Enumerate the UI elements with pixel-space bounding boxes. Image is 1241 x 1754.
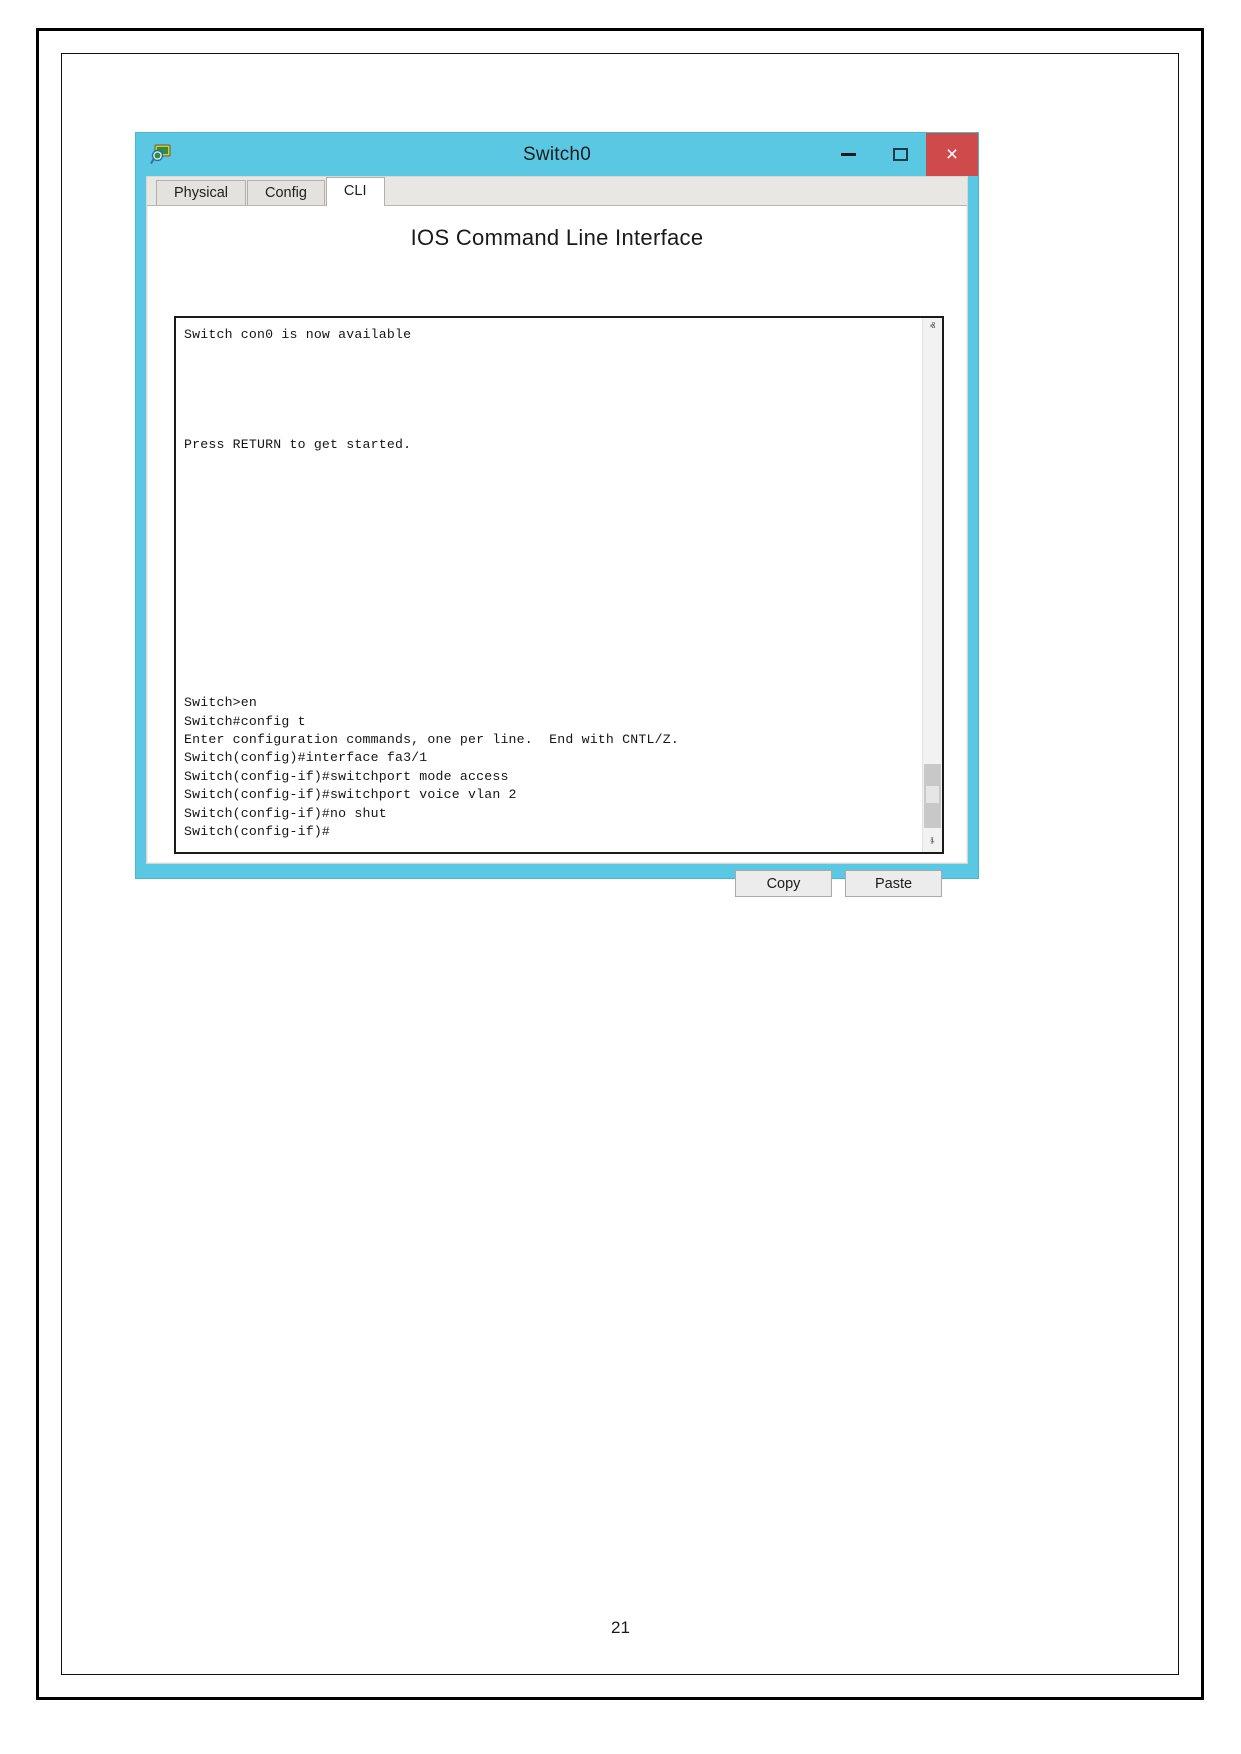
terminal-container: Switch con0 is now available Press RETUR… xyxy=(174,316,944,854)
window-titlebar[interactable]: Switch0 × xyxy=(136,133,978,176)
maximize-icon xyxy=(892,148,908,161)
tab-config[interactable]: Config xyxy=(247,180,325,205)
terminal-scrollbar[interactable]: ⱏ ⱛ xyxy=(922,318,942,852)
close-button[interactable]: × xyxy=(926,133,978,176)
tab-physical[interactable]: Physical xyxy=(156,180,246,205)
cli-pane: IOS Command Line Interface Switch con0 i… xyxy=(148,206,966,897)
window-body: Physical Config CLI IOS Command Line Int… xyxy=(146,176,968,897)
tab-cli[interactable]: CLI xyxy=(325,177,385,206)
tabstrip: Physical Config CLI xyxy=(147,177,967,206)
maximize-button[interactable] xyxy=(874,133,926,176)
packet-tracer-device-icon xyxy=(150,143,172,165)
scroll-down-icon[interactable]: ⱛ xyxy=(923,833,942,852)
page-number: 21 xyxy=(611,1618,630,1637)
cli-heading: IOS Command Line Interface xyxy=(410,225,704,250)
window-controls: × xyxy=(822,133,978,176)
scanned-page: Switch0 × Physical Config CLI IOS Comman… xyxy=(0,0,1241,1754)
minimize-icon xyxy=(840,153,856,156)
cli-button-row: Copy Paste xyxy=(735,870,942,897)
copy-button[interactable]: Copy xyxy=(735,870,832,897)
scroll-up-icon[interactable]: ⱏ xyxy=(923,318,942,337)
device-window: Switch0 × Physical Config CLI IOS Comman… xyxy=(136,133,978,897)
paste-button[interactable]: Paste xyxy=(845,870,942,897)
scrollbar-thumb[interactable] xyxy=(924,764,941,828)
terminal-output[interactable]: Switch con0 is now available Press RETUR… xyxy=(176,318,922,852)
minimize-button[interactable] xyxy=(822,133,874,176)
